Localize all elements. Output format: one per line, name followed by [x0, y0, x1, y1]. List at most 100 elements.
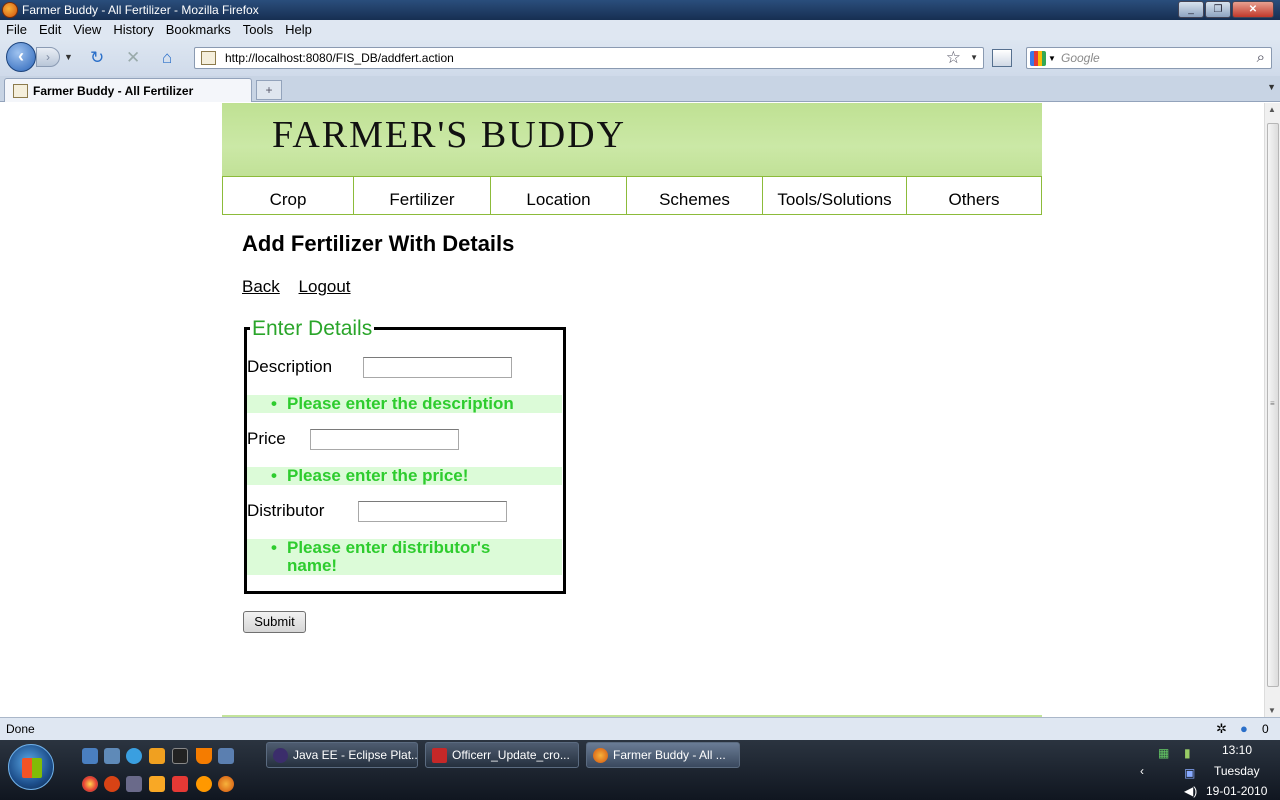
site-nav: Crop Fertilizer Location Schemes Tools/S… — [222, 176, 1042, 215]
history-dropdown-icon[interactable]: ▼ — [64, 52, 73, 62]
search-magnifier-icon[interactable]: ⌕ — [1257, 49, 1265, 67]
distributor-label: Distributor — [247, 501, 325, 520]
description-error-text: Please enter the description — [287, 394, 514, 413]
sync-icon[interactable]: ● — [1240, 721, 1248, 737]
stop-icon[interactable]: ✕ — [126, 49, 140, 67]
menu-file[interactable]: File — [0, 20, 33, 40]
url-bar[interactable]: http://localhost:8080/FIS_DB/addfert.act… — [194, 47, 984, 69]
google-icon[interactable] — [1030, 51, 1046, 66]
status-count: 0 — [1262, 722, 1269, 736]
nav-fertilizer[interactable]: Fertilizer — [354, 177, 491, 214]
menu-edit[interactable]: Edit — [33, 20, 67, 40]
home-icon[interactable]: ⌂ — [162, 49, 172, 67]
clock-date[interactable]: 19-01-2010 — [1206, 784, 1267, 798]
logout-link[interactable]: Logout — [299, 277, 351, 296]
tab-label: Farmer Buddy - All Fertilizer — [33, 84, 194, 98]
tab-bar: Farmer Buddy - All Fertilizer + ▼ — [0, 76, 1280, 102]
start-button[interactable] — [8, 744, 54, 790]
internet-explorer-icon[interactable] — [126, 748, 142, 764]
windows-logo-icon — [22, 758, 42, 778]
task-firefox[interactable]: Farmer Buddy - All ... — [586, 742, 740, 768]
distributor-error: Please enter distributor's name! — [247, 539, 562, 575]
menu-view[interactable]: View — [67, 20, 107, 40]
search-box[interactable]: ▼ Google ⌕ — [1026, 47, 1272, 69]
menu-bookmarks[interactable]: Bookmarks — [160, 20, 237, 40]
media-player-icon[interactable] — [149, 748, 165, 764]
maximize-button[interactable]: ❐ — [1205, 1, 1231, 18]
scroll-down-icon[interactable]: ▼ — [1268, 706, 1276, 715]
app-icon-4[interactable] — [196, 776, 212, 792]
search-engine-dropdown-icon[interactable]: ▼ — [1048, 54, 1056, 63]
scrollbar-grip-icon: ≡ — [1270, 399, 1275, 408]
vlc-icon[interactable] — [196, 748, 212, 764]
forward-arrow-icon[interactable]: › — [36, 47, 60, 67]
volume-icon[interactable]: ◀) — [1184, 784, 1197, 798]
show-desktop-icon[interactable] — [82, 748, 98, 764]
task-eclipse[interactable]: Java EE - Eclipse Plat... — [266, 742, 418, 768]
app-icon[interactable] — [218, 748, 234, 764]
url-text[interactable]: http://localhost:8080/FIS_DB/addfert.act… — [225, 51, 454, 65]
status-text: Done — [6, 722, 35, 736]
nav-tools-solutions[interactable]: Tools/Solutions — [763, 177, 907, 214]
tray-expand-icon[interactable]: ‹ — [1140, 764, 1144, 778]
app-icon-3[interactable] — [172, 776, 188, 792]
nav-crop[interactable]: Crop — [223, 177, 354, 214]
firefox-quicklaunch-icon[interactable] — [218, 776, 234, 792]
search-placeholder[interactable]: Google — [1061, 51, 1100, 65]
description-label: Description — [247, 357, 333, 376]
chrome-icon[interactable] — [82, 776, 98, 792]
tool-icon[interactable] — [149, 776, 165, 792]
close-button[interactable]: ✕ — [1232, 1, 1274, 18]
site-favicon — [201, 51, 216, 65]
nav-others[interactable]: Others — [907, 177, 1041, 214]
clock-day[interactable]: Tuesday — [1214, 764, 1260, 778]
page-viewport: FARMER'S BUDDY Crop Fertilizer Location … — [0, 103, 1264, 717]
nav-location[interactable]: Location — [491, 177, 627, 214]
price-input[interactable] — [310, 429, 459, 450]
battery-icon[interactable]: ▮ — [1184, 746, 1191, 760]
navigation-toolbar: ‹ › ▼ ↻ ✕ ⌂ http://localhost:8080/FIS_DB… — [0, 40, 1280, 76]
window-controls: _ ❐ ✕ — [1177, 1, 1274, 18]
bookmark-star-icon[interactable]: ☆ — [946, 48, 961, 68]
task-officerr[interactable]: Officerr_Update_cro... — [425, 742, 579, 768]
task-officerr-label: Officerr_Update_cro... — [452, 748, 570, 762]
display-icon[interactable]: ▣ — [1184, 766, 1195, 780]
vertical-scrollbar[interactable]: ▲ ≡ ▼ — [1264, 103, 1280, 717]
tab-list-dropdown-icon[interactable]: ▼ — [1267, 82, 1276, 92]
scroll-up-icon[interactable]: ▲ — [1268, 105, 1276, 114]
back-link[interactable]: Back — [242, 277, 280, 296]
description-input[interactable] — [363, 357, 512, 378]
price-error: Please enter the price! — [247, 467, 562, 485]
back-arrow-icon[interactable]: ‹ — [6, 42, 36, 72]
distributor-input[interactable] — [358, 501, 507, 522]
price-label: Price — [247, 429, 286, 448]
minimize-button[interactable]: _ — [1178, 1, 1204, 18]
menu-tools[interactable]: Tools — [237, 20, 279, 40]
firefox-icon — [2, 2, 18, 18]
reload-icon[interactable]: ↻ — [90, 49, 104, 67]
menu-bar: File Edit View History Bookmarks Tools H… — [0, 20, 1280, 40]
app-icon-2[interactable] — [104, 776, 120, 792]
fieldset-legend: Enter Details — [250, 317, 375, 341]
windows-taskbar: Java EE - Eclipse Plat... Officerr_Updat… — [0, 740, 1280, 800]
distributor-error-line1: Please enter distributor's — [287, 538, 491, 557]
nav-schemes[interactable]: Schemes — [627, 177, 763, 214]
submit-button[interactable]: Submit — [243, 611, 306, 633]
player-icon[interactable] — [126, 776, 142, 792]
page-title: Add Fertilizer With Details — [242, 231, 515, 256]
explorer-icon[interactable] — [104, 748, 120, 764]
tab-farmer-buddy[interactable]: Farmer Buddy - All Fertilizer — [4, 78, 252, 102]
network-icon[interactable]: ▦ — [1158, 746, 1169, 760]
addon-icon[interactable]: ✲ — [1216, 721, 1227, 737]
menu-help[interactable]: Help — [279, 20, 318, 40]
site-logo: FARMER'S BUDDY — [272, 114, 627, 156]
clock-time[interactable]: 13:10 — [1222, 743, 1252, 757]
terminal-icon[interactable] — [172, 748, 188, 764]
task-eclipse-label: Java EE - Eclipse Plat... — [293, 748, 418, 762]
new-tab-button[interactable]: + — [256, 80, 282, 100]
menu-history[interactable]: History — [107, 20, 159, 40]
url-dropdown-icon[interactable]: ▼ — [970, 53, 978, 62]
site-header: FARMER'S BUDDY — [222, 103, 1042, 176]
windows-icon[interactable] — [992, 49, 1012, 67]
tab-favicon — [13, 84, 28, 98]
